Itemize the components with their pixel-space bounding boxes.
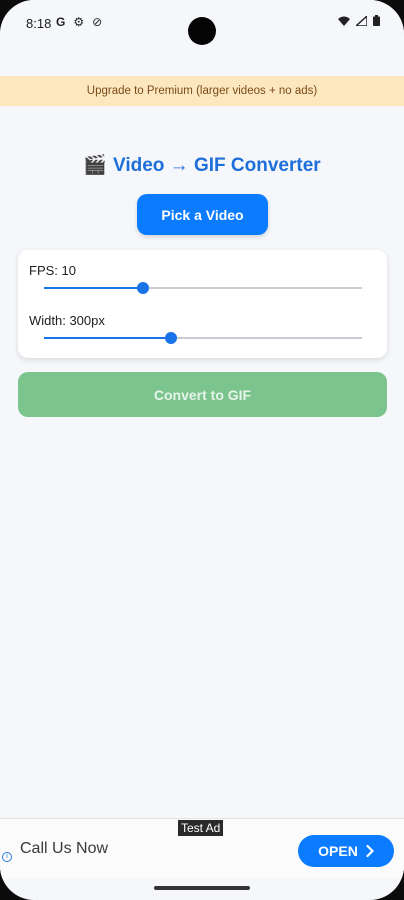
ad-info-icon[interactable]: i: [2, 852, 12, 862]
chevron-right-icon: [366, 845, 374, 857]
width-slider[interactable]: [44, 332, 362, 344]
ad-headline: Call Us Now: [20, 840, 109, 857]
page-title: 🎬 Video → GIF Converter: [0, 153, 404, 177]
convert-to-gif-button[interactable]: Convert to GIF: [18, 372, 387, 417]
wifi-icon: [338, 16, 350, 26]
width-slider-fill: [44, 337, 172, 339]
ad-open-label: OPEN: [318, 843, 358, 859]
battery-icon: [373, 15, 380, 26]
signal-icon: [356, 15, 367, 26]
status-bar: 8:18 G ⚙ ⊘: [0, 0, 404, 48]
camera-cutout: [188, 17, 216, 45]
fps-label: FPS: 10: [29, 263, 76, 278]
status-left-icons: G ⚙ ⊘: [56, 15, 102, 29]
phone-screen: 8:18 G ⚙ ⊘ Upgrade to Premium (larger vi…: [0, 0, 404, 900]
status-right-icons: [338, 15, 380, 26]
test-ad-tag: Test Ad: [178, 820, 224, 836]
google-g-icon: G: [56, 15, 66, 29]
settings-icon: ⚙: [73, 15, 85, 29]
clapperboard-icon: 🎬: [83, 155, 108, 176]
settings-card: FPS: 10 Width: 300px: [18, 250, 387, 358]
blocked-icon: ⊘: [92, 15, 103, 29]
home-indicator[interactable]: [154, 886, 250, 890]
fps-slider-fill: [44, 287, 143, 289]
pick-video-button[interactable]: Pick a Video: [137, 194, 268, 235]
status-time: 8:18: [26, 16, 52, 31]
fps-slider-thumb[interactable]: [136, 282, 149, 294]
ad-open-button[interactable]: OPEN: [298, 835, 394, 867]
width-slider-thumb[interactable]: [165, 332, 178, 344]
ad-banner[interactable]: Test Ad i Call Us Now OPEN: [0, 818, 404, 878]
width-label: Width: 300px: [29, 313, 105, 328]
upgrade-premium-banner[interactable]: Upgrade to Premium (larger videos + no a…: [0, 76, 404, 106]
fps-slider[interactable]: [44, 282, 362, 294]
page-title-text: Video → GIF Converter: [113, 155, 321, 176]
